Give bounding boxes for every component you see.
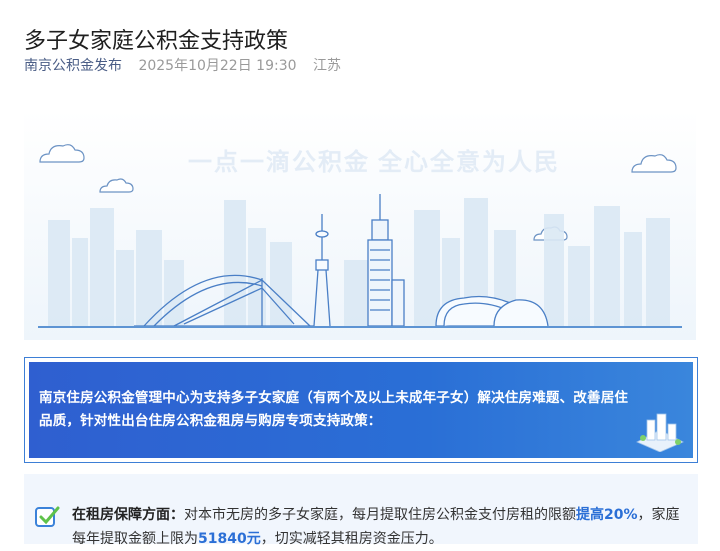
publish-location: 江苏 [312,58,341,74]
city-banner-image: 一点一滴公积金 全心全意为人民 [24,110,696,340]
banner-slogan: 一点一滴公积金 全心全意为人民 [188,148,560,176]
rental-policy-label: 在租房保障方面： [72,507,184,523]
rental-policy-section: 在租房保障方面：对本市无房的多子女家庭，每月提取住房公积金支付房租的限额提高20… [24,474,698,547]
policy-intro-text: 南京住房公积金管理中心为支持多子女家庭（有两个及以上未成年子女）解决住房难题、改… [39,390,629,429]
rental-highlight-amount: 51840元 [198,531,261,547]
article-meta: 南京公积金发布 2025年10月22日 19:30 江苏 [24,56,353,76]
author-link[interactable]: 南京公积金发布 [24,58,122,74]
rental-highlight-rate: 提高20% [576,507,638,523]
rental-policy-text-3: ，切实减轻其租房资金压力。 [260,531,443,547]
rental-policy-text-1: 对本市无房的多子女家庭，每月提取住房公积金支付房租的限额 [184,507,576,523]
rental-policy-text: 在租房保障方面：对本市无房的多子女家庭，每月提取住房公积金支付房租的限额提高20… [72,503,688,551]
publish-time: 2025年10月22日 19:30 [138,58,297,74]
article-title: 多子女家庭公积金支持政策 [24,28,289,54]
checkbox-check-icon [35,506,60,527]
city-building-icon [636,413,684,452]
policy-intro-box: 南京住房公积金管理中心为支持多子女家庭（有两个及以上未成年子女）解决住房难题、改… [24,357,698,463]
